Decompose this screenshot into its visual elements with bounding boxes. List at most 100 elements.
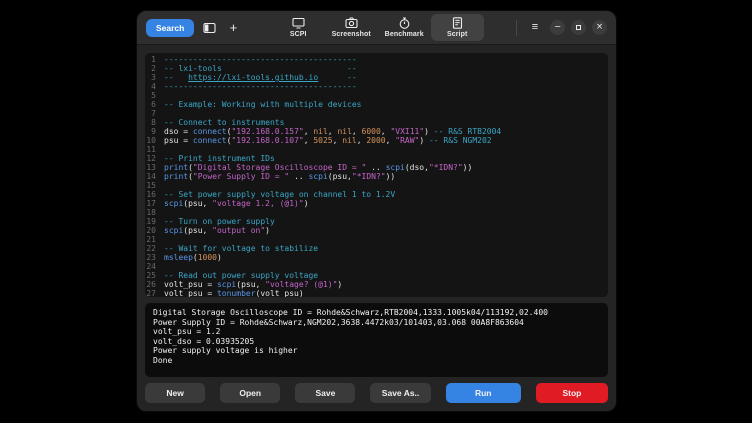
desktop-background: Search +	[0, 0, 752, 423]
line-number: 22	[145, 244, 164, 253]
code-line: 18	[145, 208, 608, 217]
close-button[interactable]: ×	[592, 20, 607, 35]
code-text: -- Example: Working with multiple device…	[164, 100, 361, 109]
line-number: 10	[145, 136, 164, 145]
line-number: 24	[145, 262, 164, 271]
line-number: 16	[145, 190, 164, 199]
code-line: 17scpi(psu, "voltage 1.2, (@1)")	[145, 199, 608, 208]
code-text: -- lxi-tools --	[164, 64, 357, 73]
sidebar-toggle-button[interactable]	[200, 19, 218, 37]
tab-label: Script	[447, 31, 467, 38]
minimize-icon: −	[554, 23, 561, 32]
line-number: 2	[145, 64, 164, 73]
lxi-tools-window: Search +	[136, 10, 617, 412]
code-line: 5	[145, 91, 608, 100]
code-text: msleep(1000)	[164, 253, 222, 262]
code-text: -- Connect to instruments	[164, 118, 284, 127]
action-bar: New Open Save Save As.. Run Stop	[145, 383, 608, 403]
tab-script[interactable]: Script	[431, 14, 484, 41]
line-number: 18	[145, 208, 164, 217]
tab-label: Screenshot	[332, 31, 371, 38]
new-tab-button[interactable]: +	[224, 19, 242, 37]
code-text: -- Turn on power supply	[164, 217, 275, 226]
code-line: 7	[145, 109, 608, 118]
menu-button[interactable]: ≡	[526, 19, 544, 37]
minimize-button[interactable]: −	[550, 20, 565, 35]
plus-icon: +	[230, 21, 238, 34]
code-line: 1---------------------------------------…	[145, 55, 608, 64]
line-number: 4	[145, 82, 164, 91]
tab-scpi[interactable]: SCPI	[272, 14, 325, 41]
code-text: -- Print instrument IDs	[164, 154, 275, 163]
code-line: 11	[145, 145, 608, 154]
camera-icon	[345, 17, 358, 29]
save-button[interactable]: Save	[295, 383, 355, 403]
line-number: 11	[145, 145, 164, 154]
console-line: volt_psu = 1.2	[153, 327, 600, 337]
stop-button[interactable]: Stop	[536, 383, 608, 403]
line-number: 15	[145, 181, 164, 190]
run-button[interactable]: Run	[446, 383, 521, 403]
header-bar: Search +	[137, 11, 616, 45]
code-line: 10psu = connect("192.168.0.107", 5025, n…	[145, 136, 608, 145]
code-text: -- Read out power supply voltage	[164, 271, 318, 280]
code-line: 16-- Set power supply voltage on channel…	[145, 190, 608, 199]
line-number: 20	[145, 226, 164, 235]
save-as-button[interactable]: Save As..	[370, 383, 430, 403]
code-line: 15	[145, 181, 608, 190]
open-button[interactable]: Open	[220, 383, 280, 403]
code-line: 14print("Power Supply ID = " .. scpi(psu…	[145, 172, 608, 181]
sidebar-toggle-icon	[203, 22, 216, 34]
code-line: 12-- Print instrument IDs	[145, 154, 608, 163]
search-button[interactable]: Search	[146, 19, 194, 37]
line-number: 19	[145, 217, 164, 226]
code-line: 13print("Digital Storage Oscilloscope ID…	[145, 163, 608, 172]
code-line: 2-- lxi-tools --	[145, 64, 608, 73]
code-text: print("Power Supply ID = " .. scpi(psu,"…	[164, 172, 395, 181]
code-line: 6-- Example: Working with multiple devic…	[145, 100, 608, 109]
code-line: 4---------------------------------------…	[145, 82, 608, 91]
code-line: 21	[145, 235, 608, 244]
line-number: 5	[145, 91, 164, 100]
maximize-button[interactable]	[571, 20, 586, 35]
line-number: 25	[145, 271, 164, 280]
line-number: 14	[145, 172, 164, 181]
code-line: 23msleep(1000)	[145, 253, 608, 262]
line-number: 7	[145, 109, 164, 118]
tab-bar: SCPI Screenshot	[272, 11, 484, 44]
console-line: Power supply voltage is higher	[153, 346, 600, 356]
line-number: 8	[145, 118, 164, 127]
code-editor[interactable]: 1---------------------------------------…	[145, 53, 608, 297]
code-text: ----------------------------------------	[164, 55, 357, 64]
code-line: 9dso = connect("192.168.0.157", nil, nil…	[145, 127, 608, 136]
code-text: ----------------------------------------	[164, 82, 357, 91]
code-line: 8-- Connect to instruments	[145, 118, 608, 127]
script-icon	[451, 17, 464, 29]
code-text: volt_psu = scpi(psu, "voltage? (@1)")	[164, 280, 342, 289]
line-number: 12	[145, 154, 164, 163]
line-number: 13	[145, 163, 164, 172]
line-number: 6	[145, 100, 164, 109]
tab-label: SCPI	[290, 31, 307, 38]
tab-benchmark[interactable]: Benchmark	[378, 14, 431, 41]
stopwatch-icon	[398, 17, 411, 29]
line-number: 23	[145, 253, 164, 262]
new-button[interactable]: New	[145, 383, 205, 403]
window-body: 1---------------------------------------…	[137, 45, 616, 411]
code-text: volt_psu = tonumber(volt_psu)	[164, 289, 304, 297]
tab-label: Benchmark	[385, 31, 424, 38]
line-number: 26	[145, 280, 164, 289]
line-number: 9	[145, 127, 164, 136]
tab-screenshot[interactable]: Screenshot	[325, 14, 378, 41]
close-icon: ×	[596, 23, 603, 32]
code-text: scpi(psu, "output on")	[164, 226, 270, 235]
console-line: volt_dso = 0.03935205	[153, 337, 600, 347]
console-output[interactable]: Digital Storage Oscilloscope ID = Rohde&…	[145, 303, 608, 377]
code-line: 3-- https://lxi-tools.github.io --	[145, 73, 608, 82]
code-text: print("Digital Storage Oscilloscope ID =…	[164, 163, 472, 172]
line-number: 3	[145, 73, 164, 82]
display-icon	[292, 17, 305, 29]
console-line: Digital Storage Oscilloscope ID = Rohde&…	[153, 308, 600, 318]
code-text: -- Wait for voltage to stabilize	[164, 244, 318, 253]
code-line: 27volt_psu = tonumber(volt_psu)	[145, 289, 608, 297]
